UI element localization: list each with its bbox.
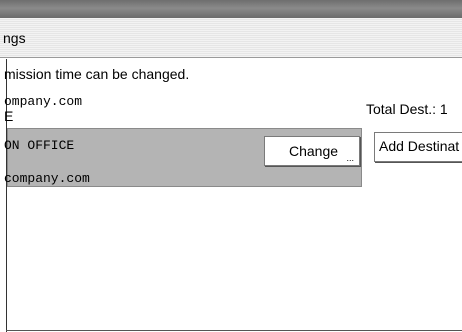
top-status-bar: [0, 0, 462, 18]
title-bar: ngs: [0, 18, 462, 58]
page-title: ngs: [3, 30, 26, 46]
destination-email: company.com: [4, 171, 90, 186]
more-dots-icon: ...: [346, 153, 354, 163]
change-button[interactable]: Change ...: [264, 136, 360, 166]
sender-email: ompany.com: [4, 94, 83, 109]
change-button-label: Change: [289, 143, 339, 159]
destination-name: ON OFFICE: [4, 138, 75, 153]
info-message: mission time can be changed.: [4, 66, 190, 82]
add-destination-label: Add Destinat: [379, 138, 460, 154]
total-destinations: Total Dest.: 1: [366, 101, 448, 117]
add-destination-button[interactable]: Add Destinat: [374, 132, 462, 162]
bottom-divider: [6, 330, 462, 331]
sender-line2: E: [4, 108, 14, 124]
